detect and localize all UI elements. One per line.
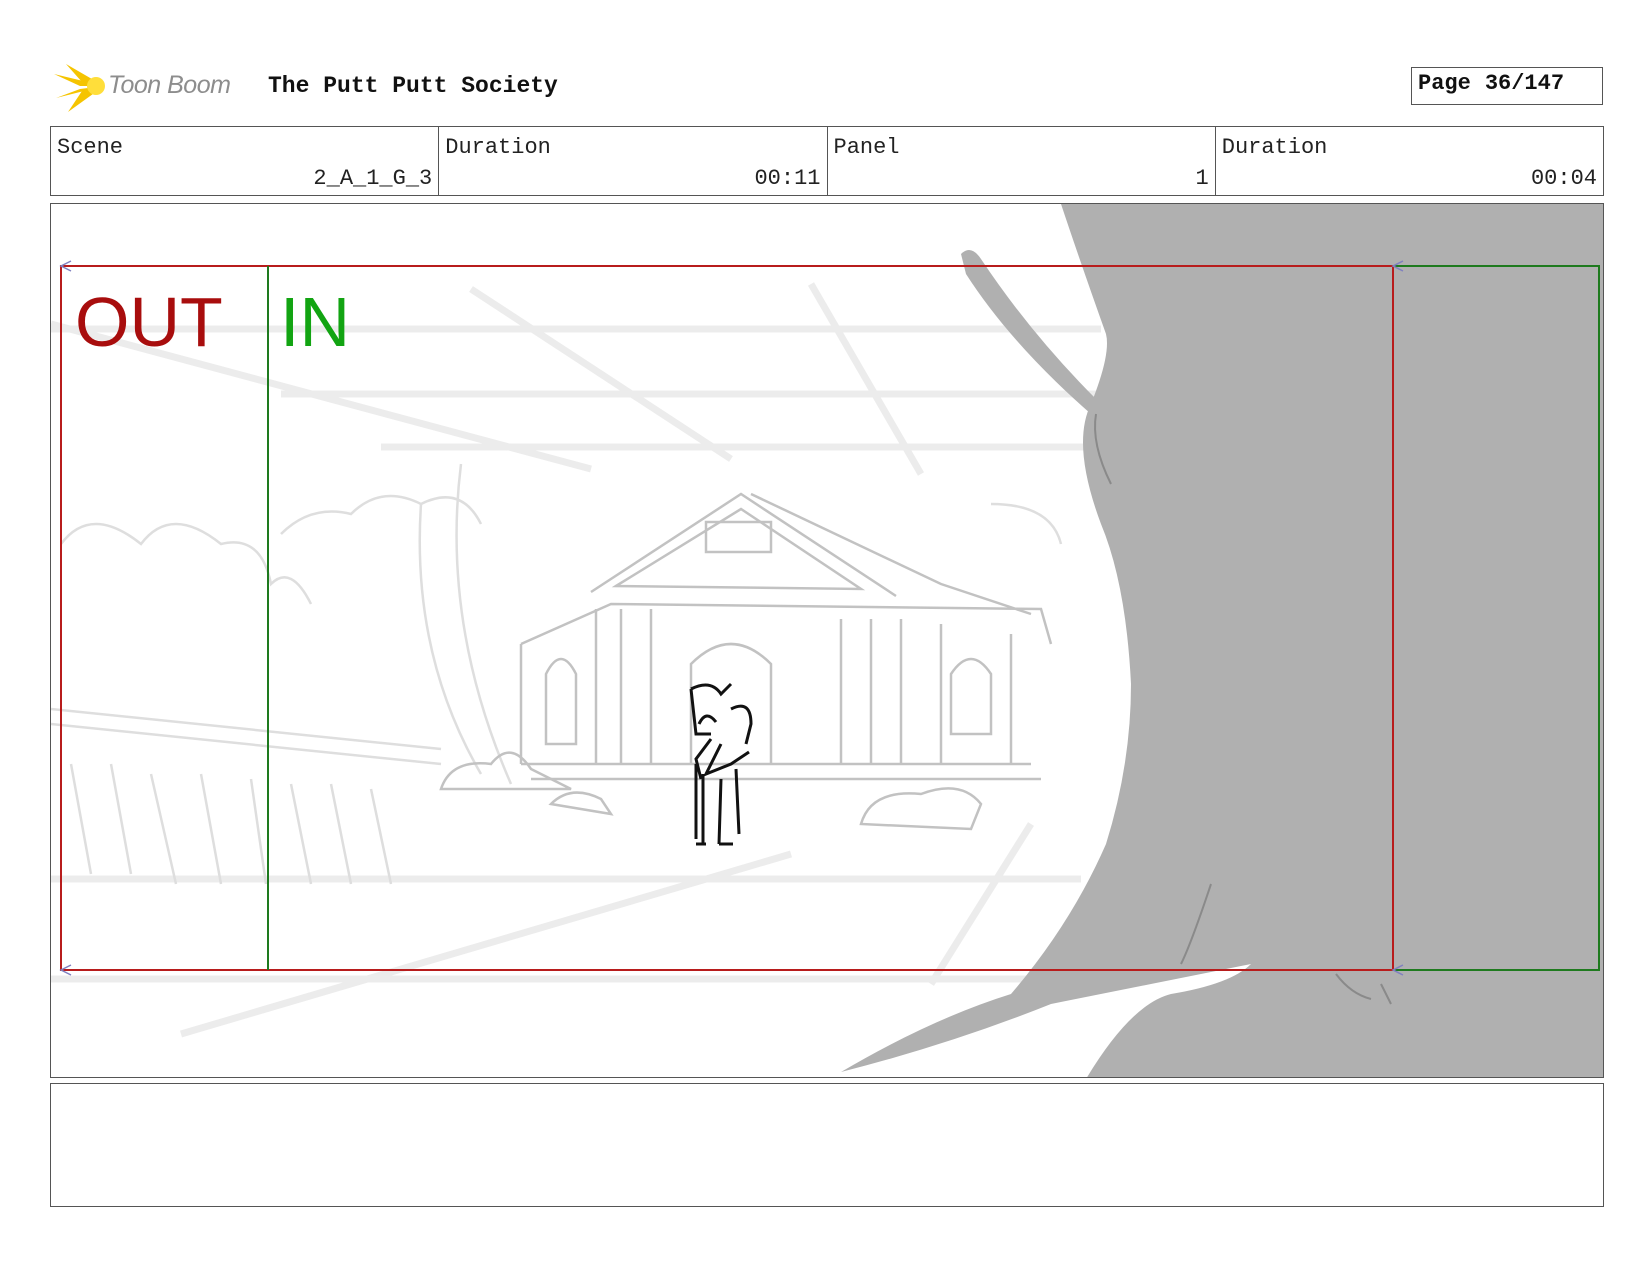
page-indicator: Page 36/147 xyxy=(1411,67,1603,105)
clubhouse-building xyxy=(439,492,1053,831)
panel-info-row: Scene 2_A_1_G_3 Duration 00:11 Panel 1 D… xyxy=(50,126,1604,196)
page-label: Page xyxy=(1418,71,1471,96)
background-guides xyxy=(51,282,1101,1038)
scene-duration-cell: Duration 00:11 xyxy=(439,127,828,195)
starburst-logo-icon xyxy=(54,64,105,112)
page-number: 36/147 xyxy=(1484,71,1565,96)
scene-duration-value: 00:11 xyxy=(754,166,821,191)
panel-duration-label: Duration xyxy=(1221,135,1328,160)
scene-label: Scene xyxy=(57,135,124,160)
scene-duration-label: Duration xyxy=(445,135,551,160)
panel-value: 1 xyxy=(1195,166,1209,191)
storyboard-panel: OUT IN xyxy=(50,203,1604,1078)
trees-and-fence xyxy=(51,463,1063,885)
logo-text: Toon Boom xyxy=(108,71,231,99)
project-title: The Putt Putt Society xyxy=(268,73,558,99)
in-frame-label: IN xyxy=(280,283,350,361)
out-frame-label: OUT xyxy=(75,283,223,361)
panel-notes-box[interactable] xyxy=(50,1083,1604,1207)
scene-value: 2_A_1_G_3 xyxy=(313,166,433,191)
toon-boom-logo: Toon Boom xyxy=(52,60,252,114)
panel-duration-cell: Duration 00:04 xyxy=(1216,127,1603,195)
panel-label: Panel xyxy=(833,135,900,160)
scene-cell: Scene 2_A_1_G_3 xyxy=(51,127,440,195)
panel-duration-value: 00:04 xyxy=(1530,166,1597,191)
panel-cell: Panel 1 xyxy=(828,127,1216,195)
